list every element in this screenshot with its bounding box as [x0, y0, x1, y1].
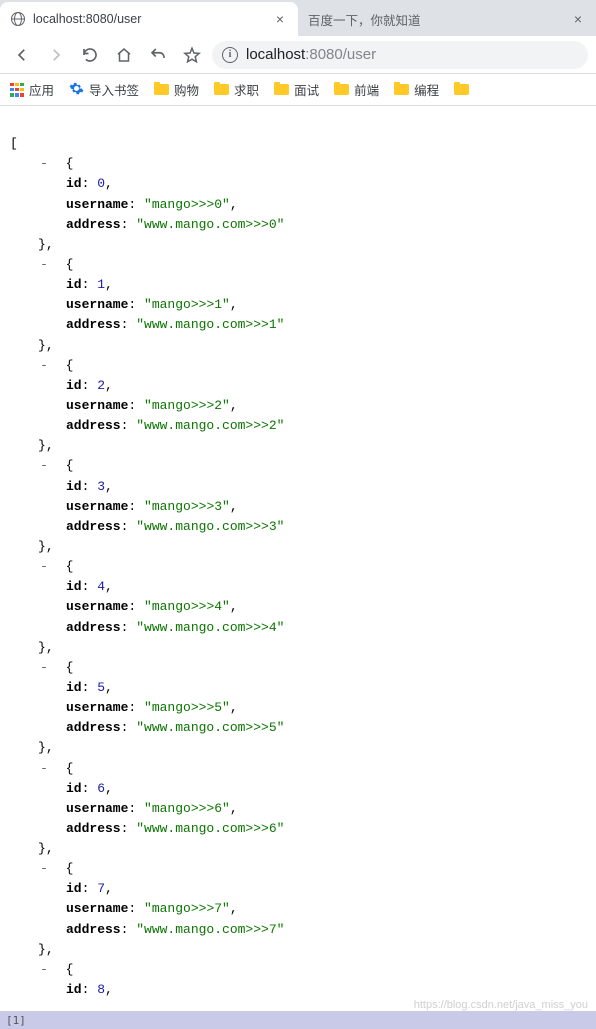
- bookmark-folder[interactable]: 编程: [394, 80, 439, 99]
- undo-button[interactable]: [144, 41, 172, 69]
- collapse-toggle-icon[interactable]: -: [38, 456, 50, 476]
- globe-icon: [10, 11, 26, 27]
- collapse-toggle-icon[interactable]: -: [38, 859, 50, 879]
- url-text: localhost:8080/user: [246, 46, 376, 63]
- json-array-item[interactable]: - {id: 1,username: "mango>>>1",address: …: [10, 255, 586, 356]
- collapse-toggle-icon[interactable]: -: [38, 658, 50, 678]
- collapse-toggle-icon[interactable]: -: [38, 557, 50, 577]
- address-bar[interactable]: i localhost:8080/user: [212, 41, 588, 69]
- gear-icon: [69, 81, 84, 99]
- bookmark-folder[interactable]: [454, 84, 469, 95]
- folder-icon: [334, 84, 349, 95]
- json-array-item[interactable]: - {id: 2,username: "mango>>>2",address: …: [10, 356, 586, 457]
- bookmark-folder[interactable]: 面试: [274, 80, 319, 99]
- apps-shortcut[interactable]: 应用: [10, 80, 54, 99]
- watermark: https://blog.csdn.net/java_miss_you: [414, 999, 588, 1011]
- bookmarks-bar: 应用 导入书签 购物 求职 面试 前端 编程: [0, 74, 596, 106]
- collapse-toggle-icon[interactable]: -: [38, 154, 50, 174]
- import-bookmarks[interactable]: 导入书签: [69, 80, 139, 99]
- bookmark-star-button[interactable]: [178, 41, 206, 69]
- bookmark-label: 前端: [354, 80, 379, 99]
- json-array-item[interactable]: - {id: 0,username: "mango>>>0",address: …: [10, 154, 586, 255]
- back-button[interactable]: [8, 41, 36, 69]
- json-object-body: id: 6,username: "mango>>>6",address: "ww…: [38, 779, 586, 839]
- bookmark-label: 编程: [414, 80, 439, 99]
- bookmark-label: 应用: [29, 80, 54, 99]
- json-object-body: id: 2,username: "mango>>>2",address: "ww…: [38, 376, 586, 436]
- bookmark-folder[interactable]: 购物: [154, 80, 199, 99]
- json-array-item[interactable]: - {id: 6,username: "mango>>>6",address: …: [10, 759, 586, 860]
- collapse-toggle-icon[interactable]: -: [38, 255, 50, 275]
- bookmark-folder[interactable]: 前端: [334, 80, 379, 99]
- folder-icon: [454, 84, 469, 95]
- json-object-body: id: 4,username: "mango>>>4",address: "ww…: [38, 577, 586, 637]
- json-object-body: id: 7,username: "mango>>>7",address: "ww…: [38, 879, 586, 939]
- close-icon[interactable]: ×: [272, 12, 288, 26]
- folder-icon: [274, 84, 289, 95]
- collapse-toggle-icon[interactable]: -: [38, 960, 50, 980]
- json-array-item[interactable]: - {id: 7,username: "mango>>>7",address: …: [10, 859, 586, 960]
- json-object-body: id: 8,: [38, 980, 586, 1000]
- folder-icon: [394, 84, 409, 95]
- json-object-body: id: 3,username: "mango>>>3",address: "ww…: [38, 477, 586, 537]
- array-open: [: [10, 136, 18, 151]
- bookmark-label: 求职: [234, 80, 259, 99]
- apps-grid-icon: [10, 83, 24, 97]
- browser-toolbar: i localhost:8080/user: [0, 36, 596, 74]
- tab-strip: localhost:8080/user × 百度一下，你就知道 ×: [0, 0, 596, 36]
- json-array-item[interactable]: - {id: 8,: [10, 960, 586, 1000]
- bookmark-label: 导入书签: [89, 80, 139, 99]
- json-array-item[interactable]: - {id: 4,username: "mango>>>4",address: …: [10, 557, 586, 658]
- tab-title: 百度一下，你就知道: [308, 10, 563, 29]
- reload-button[interactable]: [76, 41, 104, 69]
- bookmark-label: 面试: [294, 80, 319, 99]
- json-viewer: [ - {id: 0,username: "mango>>>0",address…: [0, 106, 596, 1020]
- json-object-body: id: 0,username: "mango>>>0",address: "ww…: [38, 174, 586, 234]
- tab-title: localhost:8080/user: [33, 12, 265, 26]
- selection-indicator: [1]: [0, 1011, 596, 1029]
- forward-button[interactable]: [42, 41, 70, 69]
- json-array-item[interactable]: - {id: 5,username: "mango>>>5",address: …: [10, 658, 586, 759]
- json-array-item[interactable]: - {id: 3,username: "mango>>>3",address: …: [10, 456, 586, 557]
- home-button[interactable]: [110, 41, 138, 69]
- collapse-toggle-icon[interactable]: -: [38, 759, 50, 779]
- json-object-body: id: 5,username: "mango>>>5",address: "ww…: [38, 678, 586, 738]
- json-object-body: id: 1,username: "mango>>>1",address: "ww…: [38, 275, 586, 335]
- tab-active[interactable]: localhost:8080/user ×: [0, 2, 298, 36]
- tab-inactive[interactable]: 百度一下，你就知道 ×: [298, 2, 596, 36]
- selection-text: [1]: [6, 1014, 26, 1027]
- bookmark-label: 购物: [174, 80, 199, 99]
- collapse-toggle-icon[interactable]: -: [38, 356, 50, 376]
- site-info-icon[interactable]: i: [222, 47, 238, 63]
- folder-icon: [154, 84, 169, 95]
- close-icon[interactable]: ×: [570, 12, 586, 26]
- bookmark-folder[interactable]: 求职: [214, 80, 259, 99]
- folder-icon: [214, 84, 229, 95]
